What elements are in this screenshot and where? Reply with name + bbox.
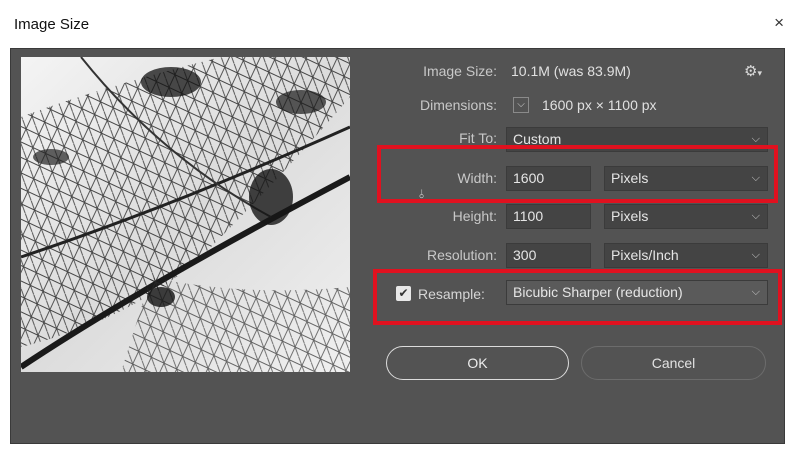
dimensions-label: Dimensions: xyxy=(419,97,497,113)
height-unit-value: Pixels xyxy=(611,208,649,224)
height-unit-select[interactable]: Pixels ⌵ xyxy=(604,204,768,229)
resolution-label: Resolution: xyxy=(426,247,497,263)
width-input[interactable]: 1600 xyxy=(506,166,591,191)
chevron-down-icon: ⌵ xyxy=(751,210,760,222)
image-size-value: 10.1M (was 83.9M) xyxy=(511,63,631,79)
close-button[interactable]: × xyxy=(774,13,784,33)
gear-icon[interactable]: ⚙▾ xyxy=(744,62,762,80)
resolution-unit-value: Pixels/Inch xyxy=(611,247,679,263)
link-icon[interactable]: ⫰ xyxy=(419,187,424,202)
cancel-button[interactable]: Cancel xyxy=(581,346,766,380)
resample-value: Bicubic Sharper (reduction) xyxy=(513,284,683,300)
resample-select[interactable]: Bicubic Sharper (reduction) ⌵ xyxy=(506,280,768,305)
image-size-label: Image Size: xyxy=(423,63,497,79)
chevron-down-icon: ⌵ xyxy=(751,249,760,261)
ok-button[interactable]: OK xyxy=(386,346,569,380)
window-title: Image Size xyxy=(14,16,90,33)
width-label: Width: xyxy=(457,170,497,186)
height-input[interactable]: 1100 xyxy=(506,204,591,229)
resample-checkbox[interactable]: ✔ xyxy=(396,286,411,301)
resample-label: Resample: xyxy=(418,286,485,302)
fit-to-label: Fit To: xyxy=(459,130,497,146)
image-size-dialog: Image Size: 10.1M (was 83.9M) ⚙▾ Dimensi… xyxy=(10,48,785,444)
resolution-input[interactable]: 300 xyxy=(506,243,591,268)
dimensions-chevron-icon[interactable]: ⌵ xyxy=(513,97,529,113)
fit-to-select[interactable]: Custom ⌵ xyxy=(506,127,768,152)
dimensions-value: 1600 px × 1100 px xyxy=(542,97,657,113)
leaf-preview-image xyxy=(21,57,350,372)
title-bar: Image Size × xyxy=(0,0,790,48)
width-unit-select[interactable]: Pixels ⌵ xyxy=(604,166,768,191)
chevron-down-icon: ⌵ xyxy=(751,172,760,184)
fit-to-value: Custom xyxy=(513,131,562,147)
width-unit-value: Pixels xyxy=(611,170,649,186)
image-preview[interactable] xyxy=(21,57,350,372)
height-label: Height: xyxy=(452,208,497,224)
chevron-down-icon: ⌵ xyxy=(751,286,760,298)
chevron-down-icon: ⌵ xyxy=(751,133,760,145)
resolution-unit-select[interactable]: Pixels/Inch ⌵ xyxy=(604,243,768,268)
